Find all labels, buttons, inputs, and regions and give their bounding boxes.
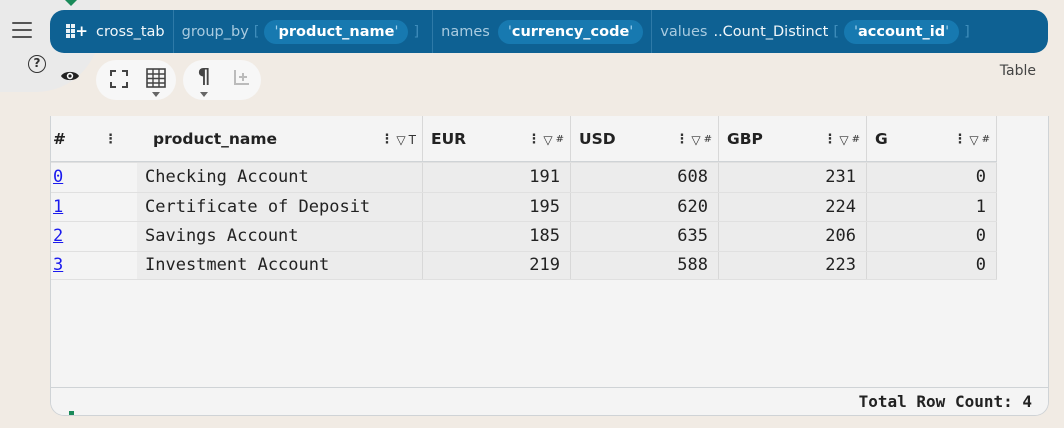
table-footer: Total Row Count: 4 bbox=[51, 387, 1048, 415]
row-index-cell[interactable]: 0 bbox=[51, 163, 137, 192]
crosstab-add-icon: + bbox=[66, 21, 88, 43]
eur-cell: 219 bbox=[423, 251, 571, 279]
usd-cell: 620 bbox=[571, 192, 719, 221]
names-keyword: names bbox=[441, 23, 490, 40]
table-grid-icon[interactable] bbox=[146, 68, 166, 88]
values-keyword: values bbox=[660, 23, 708, 40]
usd-cell: 608 bbox=[571, 163, 719, 192]
column-header-label: # bbox=[53, 129, 66, 148]
row-index-link[interactable]: 2 bbox=[53, 226, 63, 246]
kebab-icon[interactable]: ⋮ bbox=[823, 132, 836, 147]
usd-cell: 635 bbox=[571, 222, 719, 251]
hamburger-icon[interactable] bbox=[12, 22, 32, 38]
question-circle-icon[interactable]: ? bbox=[28, 55, 46, 73]
number-type-icon: # bbox=[981, 134, 990, 145]
group-by-keyword: group_by bbox=[181, 23, 249, 40]
g-cell: 0 bbox=[867, 251, 997, 279]
column-header-label: GBP bbox=[727, 129, 763, 148]
cmd-op-segment[interactable]: + cross_tab bbox=[58, 10, 174, 53]
g-cell: 1 bbox=[867, 192, 997, 221]
gbp-cell: 223 bbox=[719, 251, 867, 279]
table-row: 3 Investment Account 219 588 223 0 bbox=[51, 250, 997, 280]
command-bar[interactable]: + cross_tab group_by [ 'product_name' ] … bbox=[50, 10, 1048, 53]
column-header-eur[interactable]: EUR ⋮ ▽ # bbox=[423, 116, 571, 161]
kebab-icon[interactable]: ⋮ bbox=[527, 132, 540, 147]
column-header-label: USD bbox=[579, 129, 616, 148]
gbp-cell: 231 bbox=[719, 163, 867, 192]
product-name-cell: Checking Account bbox=[137, 163, 423, 192]
cmd-op: cross_tab bbox=[96, 23, 165, 40]
eye-icon[interactable] bbox=[60, 69, 80, 83]
gbp-cell: 206 bbox=[719, 222, 867, 251]
column-header-g[interactable]: G ⋮ ▽ # bbox=[867, 116, 997, 161]
column-header-label: product_name bbox=[153, 129, 278, 148]
kebab-icon[interactable]: ⋮ bbox=[953, 132, 966, 147]
column-header-label: EUR bbox=[431, 129, 467, 148]
number-type-icon: # bbox=[555, 134, 564, 145]
cmd-group-by-segment[interactable]: group_by [ 'product_name' ] bbox=[174, 10, 434, 53]
column-header-gbp[interactable]: GBP ⋮ ▽ # bbox=[719, 116, 867, 161]
view-mode-label[interactable]: Table bbox=[1000, 63, 1036, 79]
product-name-cell: Certificate of Deposit bbox=[137, 192, 423, 221]
total-row-count: Total Row Count: 4 bbox=[858, 392, 1032, 411]
number-type-icon: # bbox=[851, 134, 860, 145]
chevron-down-icon[interactable] bbox=[200, 92, 208, 97]
kebab-icon[interactable]: ⋮ bbox=[380, 132, 393, 147]
product-name-cell: Savings Account bbox=[137, 222, 423, 251]
column-header-product-name[interactable]: product_name ⋮ ▽ T bbox=[137, 116, 423, 161]
row-index-link[interactable]: 0 bbox=[53, 167, 63, 187]
data-grid: # ⋮ product_name ⋮ ▽ T EUR ⋮ ▽ # USD ⋮ ▽ # GBP… bbox=[51, 116, 997, 280]
column-header-usd[interactable]: USD ⋮ ▽ # bbox=[571, 116, 719, 161]
footer-marker bbox=[69, 411, 74, 415]
eur-cell: 195 bbox=[423, 192, 571, 221]
kebab-icon[interactable]: ⋮ bbox=[104, 132, 117, 147]
table-panel: # ⋮ product_name ⋮ ▽ T EUR ⋮ ▽ # USD ⋮ ▽ # GBP… bbox=[50, 116, 1049, 416]
names-pill[interactable]: 'currency_code' bbox=[497, 19, 644, 44]
g-cell: 0 bbox=[867, 222, 997, 251]
filter-icon[interactable]: ▽ bbox=[396, 133, 405, 147]
table-header-row: # ⋮ product_name ⋮ ▽ T EUR ⋮ ▽ # USD ⋮ ▽ # GBP… bbox=[51, 116, 997, 162]
values-function: ..Count_Distinct bbox=[713, 23, 829, 40]
expand-icon[interactable] bbox=[109, 69, 129, 89]
table-row: 0 Checking Account 191 608 231 0 bbox=[51, 162, 997, 192]
values-pill[interactable]: 'account_id' bbox=[843, 19, 960, 44]
cmd-names-segment[interactable]: names 'currency_code' bbox=[433, 10, 653, 53]
g-cell: 0 bbox=[867, 163, 997, 192]
usd-cell: 588 bbox=[571, 251, 719, 279]
pilcrow-icon[interactable]: ¶ bbox=[194, 64, 214, 88]
row-index-link[interactable]: 1 bbox=[53, 197, 63, 217]
gbp-cell: 224 bbox=[719, 192, 867, 221]
text-type-icon: T bbox=[408, 132, 416, 147]
filter-icon[interactable]: ▽ bbox=[543, 133, 552, 147]
table-row: 1 Certificate of Deposit 195 620 224 1 bbox=[51, 191, 997, 222]
row-index-link[interactable]: 3 bbox=[53, 255, 63, 275]
row-index-cell[interactable]: 1 bbox=[51, 193, 137, 222]
cmd-values-segment[interactable]: values ..Count_Distinct [ 'account_id' ] bbox=[652, 10, 982, 53]
kebab-icon[interactable]: ⋮ bbox=[675, 132, 688, 147]
filter-icon[interactable]: ▽ bbox=[839, 133, 848, 147]
table-row: 2 Savings Account 185 635 206 0 bbox=[51, 221, 997, 251]
column-header-label: G bbox=[875, 129, 888, 148]
row-index-cell[interactable]: 2 bbox=[51, 222, 137, 251]
group-by-pill[interactable]: 'product_name' bbox=[264, 19, 409, 44]
product-name-cell: Investment Account bbox=[137, 251, 423, 279]
number-type-icon: # bbox=[703, 134, 712, 145]
chevron-down-icon[interactable] bbox=[152, 92, 160, 97]
insert-row-icon[interactable] bbox=[231, 68, 251, 88]
filter-icon[interactable]: ▽ bbox=[691, 133, 700, 147]
eur-cell: 185 bbox=[423, 222, 571, 251]
filter-icon[interactable]: ▽ bbox=[969, 133, 978, 147]
column-header-index[interactable]: # ⋮ bbox=[51, 116, 137, 161]
row-index-cell[interactable]: 3 bbox=[51, 252, 137, 280]
eur-cell: 191 bbox=[423, 163, 571, 192]
